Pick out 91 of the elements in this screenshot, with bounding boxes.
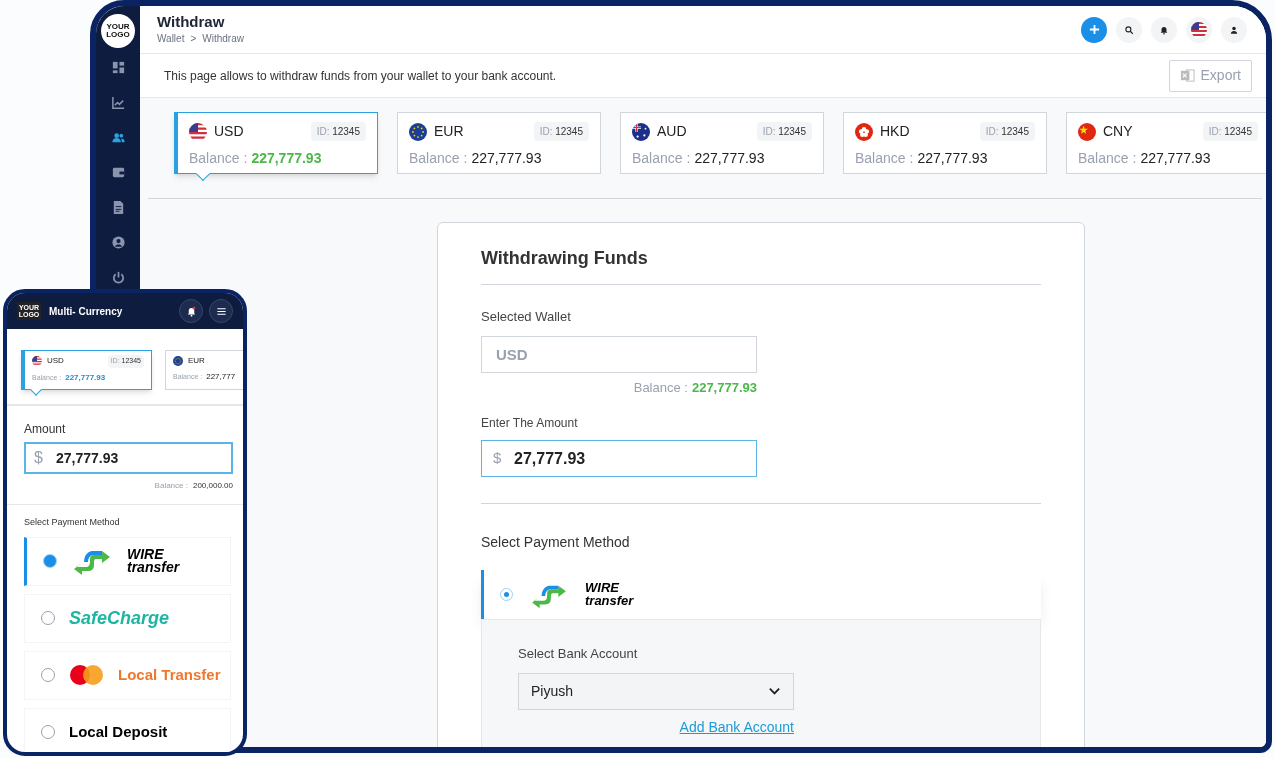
currency-code: USD: [214, 122, 244, 141]
bank-select[interactable]: Piyush: [518, 672, 794, 710]
balance-value: 227,777.93: [251, 149, 322, 168]
id-badge: ID: 12345: [756, 122, 812, 141]
radio-button[interactable]: [41, 668, 55, 682]
menu-icon: [215, 305, 227, 317]
circles-icon: [69, 664, 104, 686]
wallet-card[interactable]: CNY ID: 12345 Balance : 227,777.93: [1066, 112, 1266, 174]
payment-method-logo: WIRE transfer: [127, 547, 180, 575]
balance-label: Balance :: [189, 149, 248, 168]
currency-code: HKD: [880, 122, 910, 141]
section-label: Select Payment Method: [481, 533, 631, 552]
breadcrumb-separator: >: [190, 32, 197, 46]
logo: YOUR LOGO: [101, 14, 135, 48]
radio-button[interactable]: [43, 554, 57, 568]
notifications-button[interactable]: [1151, 16, 1177, 43]
page-description: This page allows to withdraw funds from your wallet to your bank account.: [164, 67, 557, 85]
id-badge: ID: 12345: [533, 122, 589, 141]
breadcrumb-link[interactable]: Withdraw: [202, 31, 244, 46]
radio-button[interactable]: [41, 611, 55, 625]
add-button[interactable]: [1081, 16, 1107, 43]
users-icon[interactable]: [110, 130, 126, 145]
radio-button[interactable]: [500, 588, 513, 601]
flag-icon: [409, 122, 427, 141]
payment-method-logo: WIRE transfer: [585, 582, 634, 607]
field-label: Select Bank Account: [518, 645, 639, 663]
power-icon[interactable]: [110, 270, 126, 285]
balance-label: Balance :: [632, 149, 691, 168]
field-label: Amount: [24, 421, 67, 438]
dashboard-icon[interactable]: [110, 60, 126, 75]
bell-icon: [1159, 24, 1169, 35]
menu-button[interactable]: [209, 299, 233, 323]
balance-value: 227,777.93: [65, 371, 106, 384]
flag-icon: [1191, 21, 1207, 38]
bell-icon: [185, 305, 197, 317]
flag-icon: [32, 356, 42, 367]
payment-method-logo: Local Transfer: [118, 664, 221, 685]
payment-method-label: Local Deposit: [69, 721, 168, 742]
section-label: Select Payment Method: [24, 516, 121, 529]
balance-value: 227,777.93: [691, 378, 757, 397]
profile-button[interactable]: [1221, 16, 1247, 43]
currency-code: AUD: [657, 122, 687, 141]
currency-code: USD: [47, 355, 64, 368]
currency-symbol: $: [34, 448, 43, 468]
payment-method-option[interactable]: WIRE transfer: [481, 570, 1041, 619]
spreadsheet-icon: [1179, 68, 1195, 83]
flag-icon: [173, 356, 183, 366]
search-icon: [1124, 24, 1134, 35]
balance-value: 227,777.93: [694, 149, 765, 168]
language-button[interactable]: [1186, 16, 1212, 43]
balance-label: Balance :: [855, 149, 914, 168]
currency-symbol: $: [493, 449, 502, 467]
id-badge: ID: 12345: [979, 122, 1035, 141]
flag-icon: [189, 122, 207, 141]
user-icon[interactable]: [110, 235, 126, 250]
balance-value: 227,777.93: [917, 149, 988, 168]
flag-icon: [632, 122, 650, 141]
currency-code: EUR: [188, 355, 205, 367]
wallet-card[interactable]: EUR ID: 12345 Balance : 227,777.93: [397, 112, 601, 174]
currency-code: EUR: [434, 122, 464, 141]
balance-value: 227,777.93: [471, 149, 542, 168]
flag-icon: [1078, 122, 1096, 141]
id-badge: ID: 12345: [310, 122, 366, 141]
flag-icon: [855, 122, 873, 141]
id-badge: ID: 12345: [1202, 122, 1258, 141]
balance-label: Balance :: [633, 378, 688, 397]
plus-icon: [1088, 24, 1100, 35]
payment-method-logo: SafeCharge: [69, 606, 170, 630]
balance-value: 227,777.93: [1140, 149, 1211, 168]
user-icon: [1229, 24, 1239, 35]
chart-icon[interactable]: [110, 95, 126, 110]
currency-code: CNY: [1103, 122, 1133, 141]
payment-method-option[interactable]: WIRE transfer: [24, 536, 231, 586]
page-title: Withdraw: [157, 13, 226, 31]
balance-value: 200,000.00: [192, 480, 233, 492]
wallet-card[interactable]: HKD ID: 12345 Balance : 227,777.93: [843, 112, 1047, 174]
notifications-button[interactable]: [179, 299, 203, 323]
balance-label: Balance :: [409, 149, 468, 168]
balance-label: Balance :: [154, 480, 188, 492]
balance-label: Balance :: [1078, 149, 1137, 168]
wallet-card[interactable]: AUD ID: 12345 Balance : 227,777.93: [620, 112, 824, 174]
field-label: Enter The Amount: [481, 415, 579, 432]
breadcrumb-link[interactable]: Wallet: [157, 31, 185, 46]
balance-value: 227,777: [206, 371, 236, 383]
radio-button[interactable]: [41, 725, 55, 739]
wallet-icon[interactable]: [110, 165, 126, 180]
search-button[interactable]: [1116, 16, 1142, 43]
form-title: Withdrawing Funds: [481, 245, 1041, 285]
app-title: Multi- Currency: [49, 304, 123, 319]
payment-method-option[interactable]: Local Deposit: [24, 707, 231, 752]
field-label: Selected Wallet: [481, 308, 572, 326]
